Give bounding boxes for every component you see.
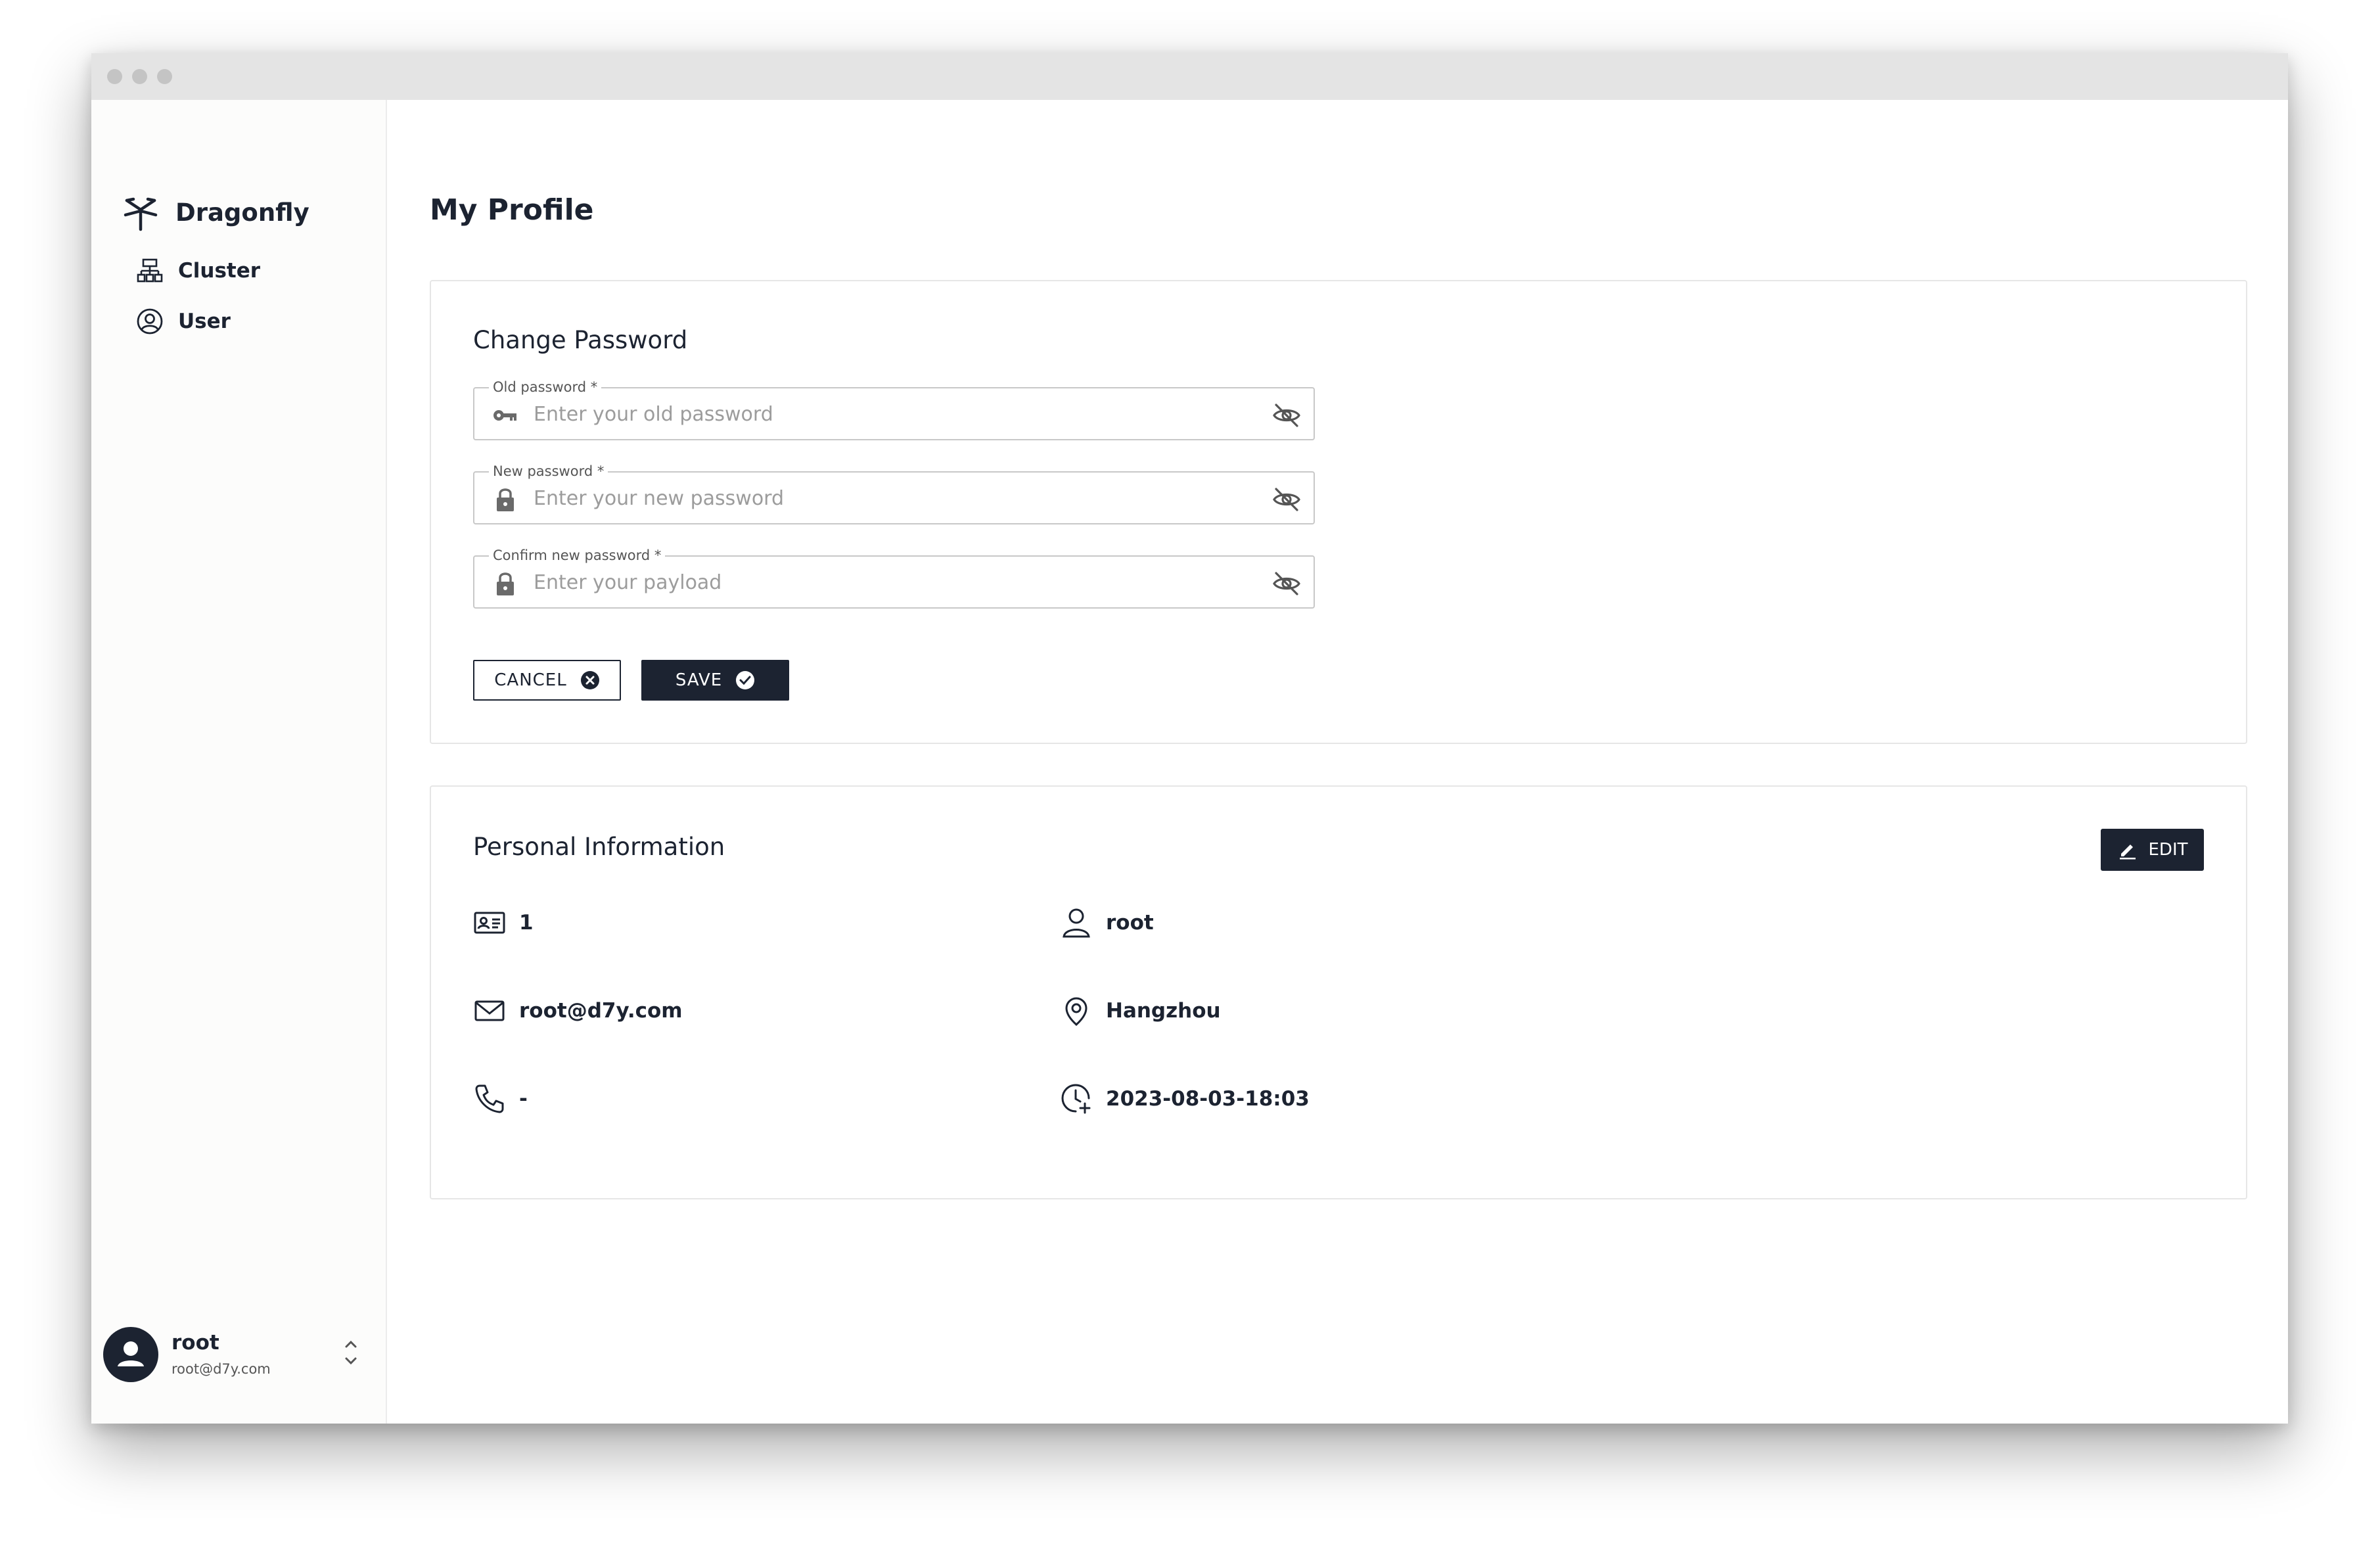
- user-id-value: 1: [519, 911, 534, 935]
- confirm-password-label: Confirm new password *: [489, 545, 666, 565]
- new-password-label: New password *: [489, 461, 608, 481]
- main-content: My Profile Change Password Old password …: [388, 100, 2288, 1424]
- change-password-card: Change Password Old password * New passw…: [430, 280, 2247, 744]
- old-password-field[interactable]: Old password *: [473, 377, 1315, 440]
- save-button-label: SAVE: [675, 670, 723, 690]
- lock-icon: [497, 488, 514, 511]
- brand-name[interactable]: Dragonfly: [175, 198, 309, 227]
- id-card-icon: [474, 912, 505, 934]
- user-name-item: root: [1060, 904, 1154, 941]
- visibility-off-icon[interactable]: [1271, 400, 1302, 430]
- personal-information-title: Personal Information: [473, 833, 725, 861]
- visibility-off-icon[interactable]: [1271, 484, 1302, 515]
- person-icon: [118, 1341, 144, 1366]
- user-email: root@d7y.com: [172, 1361, 271, 1377]
- cluster-icon: [137, 258, 163, 283]
- user-email-item: root@d7y.com: [473, 992, 683, 1029]
- dragonfly-logo-icon: [124, 197, 158, 231]
- new-password-input[interactable]: [532, 482, 1242, 515]
- cancel-circle-icon: [580, 671, 599, 689]
- save-button[interactable]: SAVE: [641, 660, 789, 701]
- visibility-off-icon[interactable]: [1271, 569, 1302, 599]
- confirm-password-input[interactable]: [532, 566, 1242, 599]
- user-id-item: 1: [473, 904, 534, 941]
- clock-plus-icon: [1061, 1084, 1091, 1114]
- user-location-item: Hangzhou: [1060, 992, 1221, 1029]
- sidebar-item-user[interactable]: User: [136, 302, 359, 341]
- sidebar-item-label: Cluster: [178, 259, 261, 283]
- change-password-title: Change Password: [473, 326, 688, 354]
- window-maximize-dot[interactable]: [157, 69, 172, 84]
- user-name: root: [172, 1331, 219, 1355]
- edit-button-label: EDIT: [2148, 840, 2188, 860]
- confirm-password-field[interactable]: Confirm new password *: [473, 545, 1315, 609]
- user-created-item: 2023-08-03-18:03: [1060, 1080, 1310, 1117]
- location-pin-icon: [1065, 997, 1087, 1027]
- user-name-value: root: [1106, 911, 1154, 935]
- cancel-button-label: CANCEL: [494, 670, 567, 690]
- mail-icon: [474, 1000, 505, 1021]
- cancel-button[interactable]: CANCEL: [473, 660, 621, 701]
- edit-button[interactable]: EDIT: [2101, 829, 2204, 871]
- user-created-value: 2023-08-03-18:03: [1106, 1087, 1310, 1111]
- edit-pencil-icon: [2119, 845, 2136, 860]
- window-close-dot[interactable]: [107, 69, 122, 84]
- window-minimize-dot[interactable]: [132, 69, 147, 84]
- sidebar-item-cluster[interactable]: Cluster: [136, 251, 359, 290]
- page-title: My Profile: [430, 193, 594, 227]
- sidebar: Dragonfly Cluster User root root@d7y.com: [91, 100, 387, 1424]
- user-phone-value: -: [519, 1087, 528, 1111]
- personal-information-card: Personal Information EDIT 1 root root@d7…: [430, 785, 2247, 1199]
- browser-window: Dragonfly Cluster User root root@d7y.com…: [91, 53, 2288, 1424]
- check-circle-icon: [736, 671, 755, 689]
- user-account-menu[interactable]: root root@d7y.com: [103, 1327, 366, 1393]
- window-titlebar: [91, 53, 2288, 100]
- old-password-label: Old password *: [489, 377, 602, 397]
- phone-icon: [475, 1084, 504, 1113]
- person-icon: [1063, 908, 1090, 938]
- sidebar-item-label: User: [178, 310, 231, 333]
- user-email-value: root@d7y.com: [519, 999, 683, 1023]
- key-icon: [493, 410, 516, 421]
- expand-collapse-icon[interactable]: [341, 1336, 361, 1369]
- lock-icon: [497, 572, 514, 595]
- new-password-field[interactable]: New password *: [473, 461, 1315, 524]
- old-password-input[interactable]: [532, 398, 1242, 430]
- user-phone-item: -: [473, 1080, 528, 1117]
- user-location-value: Hangzhou: [1106, 999, 1221, 1023]
- avatar: [103, 1327, 158, 1382]
- user-circle-icon: [137, 308, 163, 335]
